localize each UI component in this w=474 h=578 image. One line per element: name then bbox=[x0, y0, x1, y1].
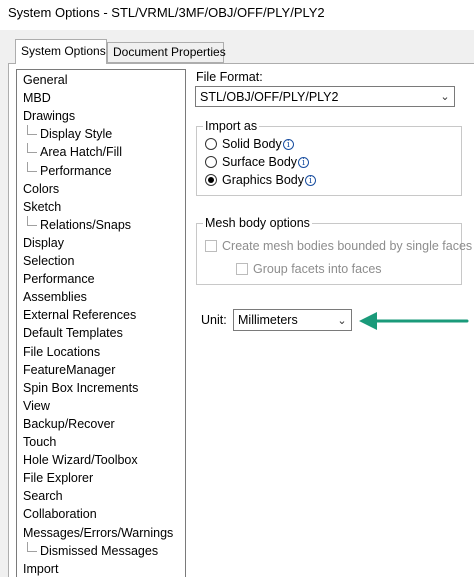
file-format-value: STL/OBJ/OFF/PLY/PLY2 bbox=[200, 89, 339, 104]
tree-branch-line bbox=[27, 541, 37, 552]
window-title: System Options - STL/VRML/3MF/OBJ/OFF/PL… bbox=[8, 5, 325, 20]
radio-graphics-body[interactable]: Graphics Body i bbox=[205, 173, 316, 187]
tree-item[interactable]: Collaboration bbox=[23, 505, 97, 523]
tree-item-label: Messages/Errors/Warnings bbox=[23, 525, 174, 540]
radio-button[interactable] bbox=[205, 138, 217, 150]
radio-button[interactable] bbox=[205, 156, 217, 168]
tree-item-label: Import bbox=[23, 561, 59, 576]
tree-item-label: Performance bbox=[40, 163, 112, 178]
tree-item-label: Display Style bbox=[40, 127, 113, 142]
tree-item-label: General bbox=[23, 73, 68, 87]
checkbox[interactable] bbox=[236, 263, 248, 275]
tree-item-label: Touch bbox=[23, 435, 57, 449]
info-icon[interactable]: i bbox=[298, 156, 310, 168]
tree-item[interactable]: General bbox=[23, 71, 67, 89]
tree-item[interactable]: External References bbox=[23, 306, 136, 324]
unit-label: Unit: bbox=[201, 313, 227, 327]
tree-item[interactable]: MBD bbox=[23, 89, 51, 107]
tree-item-label: Colors bbox=[23, 181, 60, 196]
tree-item[interactable]: Performance bbox=[23, 270, 95, 288]
tree-item[interactable]: Sketch bbox=[23, 198, 61, 216]
tree-item-label: FeatureManager bbox=[23, 362, 116, 377]
tree-item-label: Drawings bbox=[23, 109, 76, 124]
tree-item-label: Spin Box Increments bbox=[23, 380, 139, 395]
chevron-down-icon: ⌄ bbox=[440, 91, 450, 103]
tree-branch-line bbox=[27, 215, 37, 226]
tree-item[interactable]: Hole Wizard/Toolbox bbox=[23, 451, 138, 469]
tree-item[interactable]: File Explorer bbox=[23, 469, 93, 487]
checkbox-create-bounded[interactable]: Create mesh bodies bounded by single fac… bbox=[205, 239, 472, 253]
tree-item-label: File Explorer bbox=[23, 471, 94, 486]
tree-item-label: Relations/Snaps bbox=[40, 217, 132, 232]
radio-surface-body[interactable]: Surface Body i bbox=[205, 155, 310, 169]
unit-select[interactable]: Millimeters ⌄ bbox=[233, 309, 352, 331]
tree-item[interactable]: Spin Box Increments bbox=[23, 379, 138, 397]
tree-item[interactable]: Performance bbox=[27, 161, 112, 180]
tree-item-label: Backup/Recover bbox=[23, 416, 115, 431]
radio-solid-body[interactable]: Solid Body i bbox=[205, 137, 294, 151]
tree-item-label: Display bbox=[23, 235, 64, 250]
tree-item-label: View bbox=[23, 398, 50, 413]
radio-button-selected[interactable] bbox=[205, 174, 217, 186]
tree-item[interactable]: Area Hatch/Fill bbox=[27, 143, 122, 161]
tree-item-label: Collaboration bbox=[23, 507, 97, 522]
tree-item-label: Hole Wizard/Toolbox bbox=[23, 453, 138, 468]
tree-item[interactable]: Relations/Snaps bbox=[27, 215, 132, 234]
tree-item[interactable]: Backup/Recover bbox=[23, 415, 115, 433]
tree-item-label: Sketch bbox=[23, 199, 62, 214]
tree-item[interactable]: Import bbox=[23, 560, 58, 578]
tree-item-label: External References bbox=[23, 308, 137, 323]
group-facets-label: Group facets into faces bbox=[253, 262, 382, 276]
tree-item-label: Area Hatch/Fill bbox=[40, 145, 122, 160]
tree-item[interactable]: Dismissed Messages bbox=[27, 541, 159, 560]
tree-item[interactable]: View bbox=[23, 397, 50, 415]
solid-body-label: Solid Body bbox=[222, 137, 282, 151]
graphics-body-label: Graphics Body bbox=[222, 173, 304, 187]
info-icon[interactable]: i bbox=[304, 174, 316, 186]
tree-item[interactable]: FeatureManager bbox=[23, 361, 115, 379]
tree-item-label: MBD bbox=[23, 91, 51, 106]
unit-value: Millimeters bbox=[238, 313, 298, 327]
surface-body-label: Surface Body bbox=[222, 155, 298, 169]
tree-item-label: Selection bbox=[23, 254, 75, 268]
tree-item[interactable]: Touch bbox=[23, 433, 56, 451]
tree-branch-line bbox=[27, 143, 37, 154]
tree-item-label: File Locations bbox=[23, 344, 101, 359]
tree-branch-line bbox=[27, 125, 37, 136]
create-bounded-label: Create mesh bodies bounded by single fac… bbox=[222, 239, 473, 253]
checkbox-group-facets[interactable]: Group facets into faces bbox=[236, 262, 382, 276]
checkbox[interactable] bbox=[205, 240, 217, 252]
tree-item[interactable]: Display bbox=[23, 234, 64, 252]
file-format-label: File Format: bbox=[196, 70, 263, 84]
tree-item[interactable]: File Locations bbox=[23, 343, 100, 361]
callout-arrow-icon bbox=[359, 312, 469, 330]
import-as-title: Import as bbox=[203, 119, 260, 133]
file-format-select[interactable]: STL/OBJ/OFF/PLY/PLY2 ⌄ bbox=[195, 86, 455, 107]
tab-document-properties[interactable]: Document Properties bbox=[107, 42, 226, 63]
options-tree[interactable]: General MBD Drawings Display Style Area Hatc… bbox=[16, 69, 186, 577]
chevron-down-icon: ⌄ bbox=[337, 314, 347, 327]
info-icon[interactable]: i bbox=[282, 138, 294, 150]
tree-item[interactable]: Search bbox=[23, 487, 63, 505]
tree-item[interactable]: Display Style bbox=[27, 125, 112, 143]
mesh-options-title: Mesh body options bbox=[203, 216, 312, 230]
tree-branch-line bbox=[27, 161, 37, 172]
tree-item-label: Dismissed Messages bbox=[40, 543, 159, 558]
tree-item[interactable]: Assemblies bbox=[23, 288, 87, 306]
tree-item-label: Default Templates bbox=[23, 326, 123, 341]
tab-system-options[interactable]: System Options bbox=[15, 39, 107, 64]
tree-item-label: Performance bbox=[23, 272, 95, 287]
tree-item[interactable]: Messages/Errors/Warnings bbox=[23, 524, 173, 542]
tree-item-label: Search bbox=[23, 489, 63, 504]
tree-item-label: Assemblies bbox=[23, 290, 87, 305]
tree-item[interactable]: Default Templates bbox=[23, 324, 123, 342]
tree-item[interactable]: Drawings bbox=[23, 107, 75, 125]
tree-item[interactable]: Colors bbox=[23, 180, 59, 198]
tree-item[interactable]: Selection bbox=[23, 252, 74, 270]
